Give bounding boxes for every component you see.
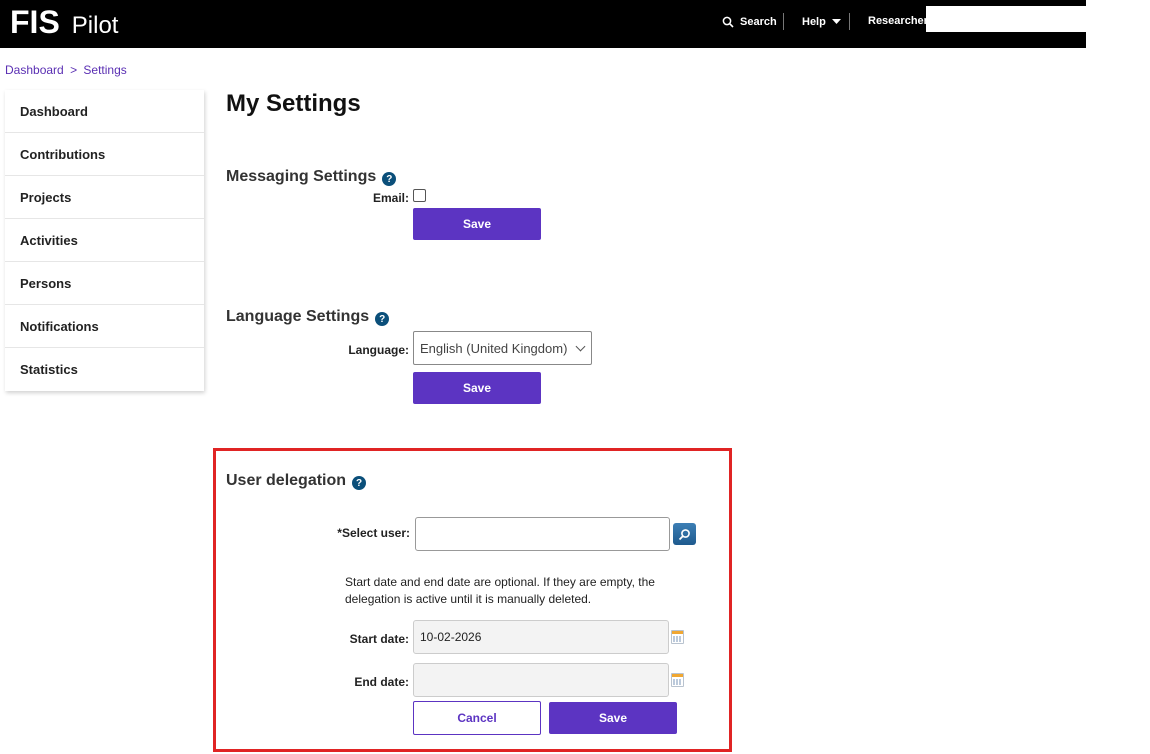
sidebar-item-statistics[interactable]: Statistics xyxy=(5,348,204,391)
help-icon[interactable]: ? xyxy=(382,172,397,186)
language-settings-heading: Language Settings ? xyxy=(226,308,390,326)
calendar-icon[interactable] xyxy=(671,673,684,687)
search-icon xyxy=(678,528,690,540)
user-search-button[interactable] xyxy=(673,523,696,545)
delegation-cancel-button[interactable]: Cancel xyxy=(413,701,541,735)
user-delegation-title: User delegation xyxy=(226,472,347,489)
logo-sub: Pilot xyxy=(71,12,119,39)
email-label: Email: xyxy=(372,191,409,205)
select-user-label: *Select user: xyxy=(337,526,410,540)
sidebar-item-dashboard[interactable]: Dashboard xyxy=(5,90,204,133)
delegation-note: Start date and end date are optional. If… xyxy=(345,575,655,606)
messaging-settings-heading: Messaging Settings ? xyxy=(226,168,397,186)
top-header: FIS Pilot Search Help Researcher xyxy=(0,0,1088,48)
language-save-button[interactable]: Save xyxy=(413,372,541,404)
end-date-label: End date: xyxy=(354,675,409,689)
start-date-label: Start date: xyxy=(349,632,409,646)
header-help-label: Help xyxy=(802,16,826,28)
email-checkbox[interactable] xyxy=(413,189,426,202)
page-title: My Settings xyxy=(226,90,361,117)
messaging-save-button[interactable]: Save xyxy=(413,208,541,240)
calendar-icon[interactable] xyxy=(671,630,684,644)
user-delegation-heading: User delegation ? xyxy=(226,472,367,490)
sidebar-item-projects[interactable]: Projects xyxy=(5,176,204,219)
redacted-area xyxy=(926,6,1088,32)
language-label: Language: xyxy=(348,343,409,357)
select-user-input[interactable] xyxy=(415,517,670,551)
delegation-save-button[interactable]: Save xyxy=(549,702,677,734)
breadcrumb-separator: > xyxy=(70,63,78,77)
help-icon[interactable]: ? xyxy=(375,312,390,326)
language-select[interactable]: English (United Kingdom) xyxy=(413,331,592,365)
header-user-menu[interactable]: Researcher xyxy=(868,15,928,27)
chevron-down-icon xyxy=(575,341,586,352)
header-help-menu[interactable]: Help xyxy=(802,14,841,30)
header-divider xyxy=(783,13,784,30)
caret-down-icon xyxy=(831,19,841,24)
language-selected-value: English (United Kingdom) xyxy=(420,340,568,356)
help-icon[interactable]: ? xyxy=(352,476,367,490)
start-date-input[interactable]: 10-02-2026 xyxy=(413,620,669,654)
language-settings-title: Language Settings xyxy=(226,308,370,325)
header-search-label: Search xyxy=(740,16,777,28)
breadcrumb-dashboard[interactable]: Dashboard xyxy=(5,63,64,77)
breadcrumb: Dashboard > Settings xyxy=(5,63,127,77)
header-search-link[interactable]: Search xyxy=(722,14,777,30)
sidebar-item-notifications[interactable]: Notifications xyxy=(5,305,204,348)
header-divider xyxy=(849,13,850,30)
sidebar-nav: Dashboard Contributions Projects Activit… xyxy=(5,90,204,391)
messaging-settings-title: Messaging Settings xyxy=(226,168,377,185)
search-icon xyxy=(722,16,734,28)
logo-main: FIS xyxy=(10,4,60,40)
breadcrumb-settings[interactable]: Settings xyxy=(83,63,126,77)
sidebar-item-activities[interactable]: Activities xyxy=(5,219,204,262)
end-date-input[interactable] xyxy=(413,663,669,697)
sidebar-item-persons[interactable]: Persons xyxy=(5,262,204,305)
sidebar-item-contributions[interactable]: Contributions xyxy=(5,133,204,176)
app-logo[interactable]: FIS Pilot xyxy=(10,4,118,41)
